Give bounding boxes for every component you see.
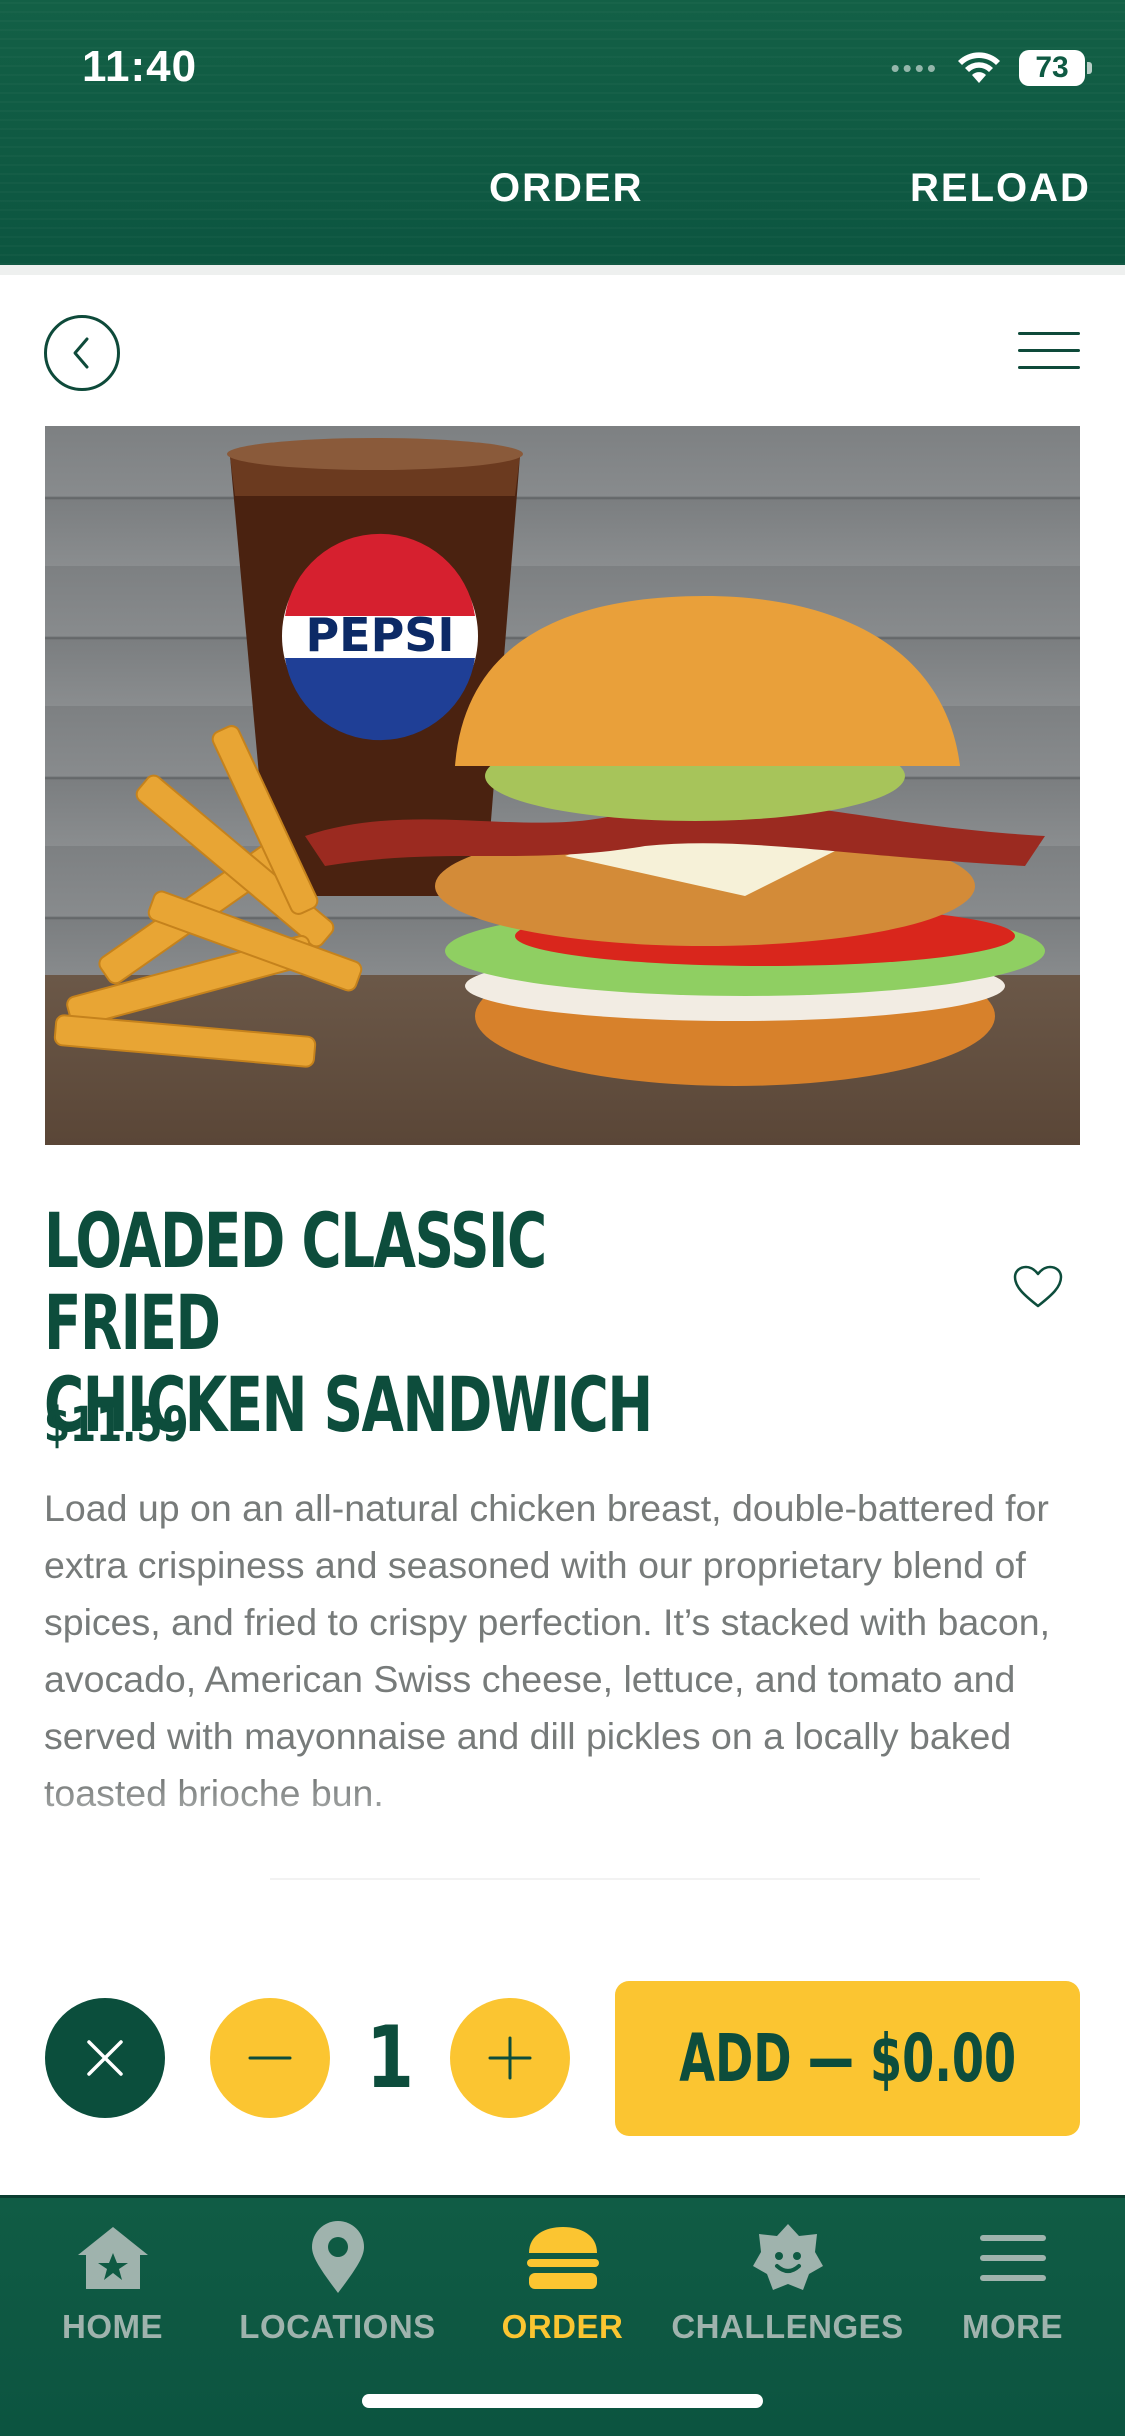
product-image: PEPSI — [45, 426, 1080, 1145]
status-time: 11:40 — [82, 42, 198, 91]
close-button[interactable] — [45, 1998, 165, 2118]
hamburger-menu-button[interactable] — [1018, 332, 1080, 372]
nav-order-link[interactable]: ORDER — [489, 166, 643, 211]
product-description-text: Load up on an all-natural chicken breast… — [44, 1487, 1051, 1814]
product-description: Load up on an all-natural chicken breast… — [44, 1480, 1084, 1870]
increase-quantity-button[interactable] — [450, 1998, 570, 2118]
challenge-badge-icon — [752, 2224, 823, 2290]
back-button[interactable] — [44, 315, 120, 391]
pepsi-logo-text: PEPSI — [305, 608, 454, 662]
menu-line — [1018, 366, 1080, 369]
battery-icon: 73 — [1019, 50, 1092, 86]
menu-lines-icon — [979, 2235, 1046, 2281]
description-fade — [44, 1780, 1084, 1870]
plus-icon — [488, 2036, 532, 2080]
tab-order-label: ORDER — [501, 2308, 624, 2345]
tab-challenges-label: CHALLENGES — [671, 2308, 904, 2345]
product-illustration: PEPSI — [53, 438, 1045, 1086]
cellular-signal-icon: •••• — [890, 53, 939, 83]
product-price: $11.59 — [44, 1397, 189, 1453]
tab-home-label: HOME — [62, 2308, 163, 2345]
product-title-line-1: LOADED CLASSIC FRIED — [44, 1196, 547, 1367]
description-divider — [270, 1878, 980, 1880]
tab-locations[interactable]: LOCATIONS — [225, 2218, 450, 2368]
wifi-icon — [958, 52, 1000, 83]
tab-more[interactable]: MORE — [900, 2218, 1125, 2368]
add-to-order-label: ADD — $0.00 — [679, 2020, 1016, 2097]
status-indicators: •••• 73 — [890, 48, 1092, 88]
quantity-value: 1 — [366, 2008, 414, 2108]
home-indicator — [362, 2394, 763, 2408]
minus-icon — [248, 2056, 292, 2060]
menu-line — [1018, 349, 1080, 352]
home-star-icon — [77, 2227, 148, 2289]
tab-home[interactable]: HOME — [0, 2218, 225, 2368]
tab-order[interactable]: ORDER — [450, 2218, 675, 2368]
top-header: 11:40 •••• 73 ORDER RELOAD — [0, 0, 1125, 265]
add-to-order-button[interactable]: ADD — $0.00 — [615, 1981, 1080, 2136]
tab-locations-label: LOCATIONS — [239, 2308, 436, 2345]
location-pin-icon — [311, 2221, 364, 2293]
nav-reload-link[interactable]: RELOAD — [910, 166, 1091, 211]
tab-more-label: MORE — [962, 2308, 1063, 2345]
header-divider — [0, 265, 1125, 275]
heart-icon[interactable] — [1012, 1264, 1064, 1310]
tab-challenges[interactable]: CHALLENGES — [671, 2218, 903, 2368]
burger-icon — [526, 2227, 599, 2289]
menu-line — [1018, 332, 1080, 335]
chevron-left-icon — [73, 337, 89, 369]
decrease-quantity-button[interactable] — [210, 1998, 330, 2118]
close-icon — [87, 2040, 123, 2076]
